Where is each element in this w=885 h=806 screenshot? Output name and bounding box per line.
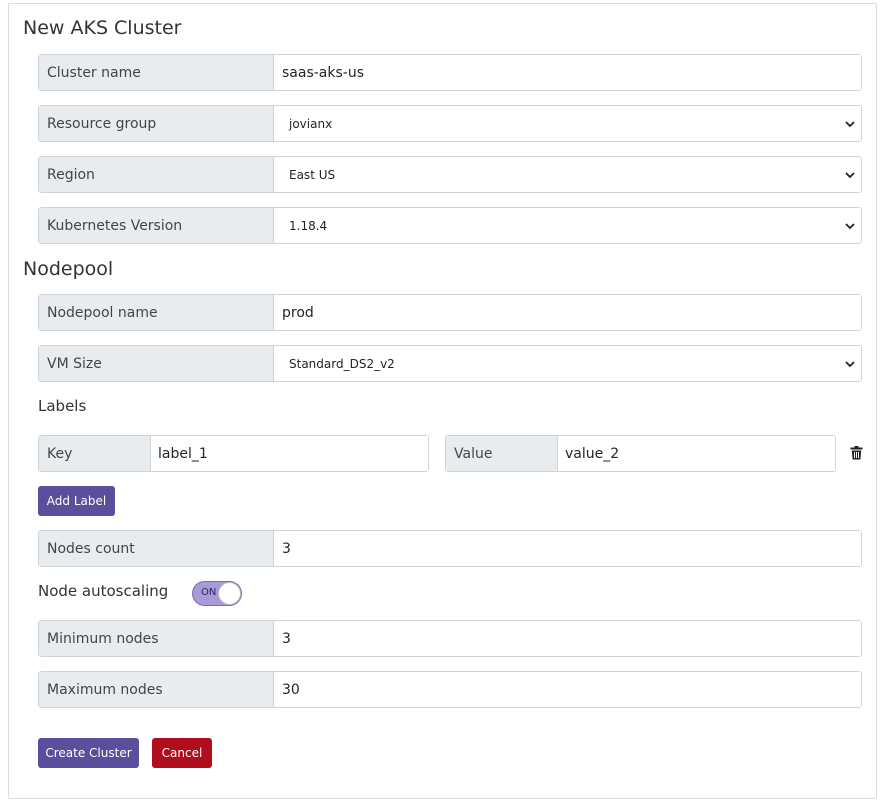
- cluster-name-group: Cluster name: [38, 54, 862, 91]
- nodes-count-label: Nodes count: [39, 531, 274, 566]
- nodes-count-group: Nodes count: [38, 530, 862, 567]
- vm-size-group: VM Size Standard_DS2_v2: [38, 345, 862, 382]
- k8s-version-group: Kubernetes Version 1.18.4: [38, 207, 862, 244]
- create-cluster-button[interactable]: Create Cluster: [38, 738, 139, 768]
- k8s-version-select[interactable]: 1.18.4: [274, 208, 861, 243]
- toggle-knob: [218, 582, 241, 605]
- page-title: New AKS Cluster: [23, 17, 182, 39]
- label-key-group: Key: [38, 435, 429, 472]
- label-value-input[interactable]: [558, 436, 835, 471]
- chevron-down-icon: [845, 360, 855, 367]
- region-select[interactable]: East US: [274, 157, 861, 192]
- resource-group-label: Resource group: [39, 106, 274, 141]
- toggle-state-text: ON: [201, 587, 217, 598]
- cluster-name-label: Cluster name: [39, 55, 274, 90]
- min-nodes-group: Minimum nodes: [38, 620, 862, 657]
- resource-group-group: Resource group jovianx: [38, 105, 862, 142]
- chevron-down-icon: [845, 222, 855, 229]
- k8s-version-label: Kubernetes Version: [39, 208, 274, 243]
- k8s-version-selected: 1.18.4: [289, 218, 328, 233]
- max-nodes-input[interactable]: [274, 672, 861, 707]
- region-group: Region East US: [38, 156, 862, 193]
- labels-heading: Labels: [38, 397, 87, 415]
- autoscaling-label: Node autoscaling: [38, 582, 169, 600]
- max-nodes-label: Maximum nodes: [39, 672, 274, 707]
- label-value-group: Value: [445, 435, 836, 472]
- resource-group-select[interactable]: jovianx: [274, 106, 861, 141]
- region-selected: East US: [289, 167, 336, 182]
- nodepool-name-input[interactable]: [274, 295, 861, 330]
- vm-size-label: VM Size: [39, 346, 274, 381]
- label-key-input[interactable]: [151, 436, 428, 471]
- resource-group-selected: jovianx: [289, 116, 333, 131]
- label-value-label: Value: [446, 436, 558, 471]
- nodepool-name-group: Nodepool name: [38, 294, 862, 331]
- min-nodes-label: Minimum nodes: [39, 621, 274, 656]
- add-label-button[interactable]: Add Label: [38, 486, 115, 516]
- chevron-down-icon: [845, 120, 855, 127]
- vm-size-selected: Standard_DS2_v2: [289, 356, 395, 371]
- max-nodes-group: Maximum nodes: [38, 671, 862, 708]
- cancel-button[interactable]: Cancel: [152, 738, 212, 768]
- chevron-down-icon: [845, 171, 855, 178]
- nodepool-heading: Nodepool: [23, 258, 114, 280]
- trash-icon[interactable]: [850, 446, 863, 460]
- label-key-label: Key: [39, 436, 151, 471]
- region-label: Region: [39, 157, 274, 192]
- autoscaling-toggle[interactable]: ON: [192, 581, 242, 606]
- min-nodes-input[interactable]: [274, 621, 861, 656]
- nodes-count-input[interactable]: [274, 531, 861, 566]
- vm-size-select[interactable]: Standard_DS2_v2: [274, 346, 861, 381]
- cluster-name-input[interactable]: [274, 55, 861, 90]
- nodepool-name-label: Nodepool name: [39, 295, 274, 330]
